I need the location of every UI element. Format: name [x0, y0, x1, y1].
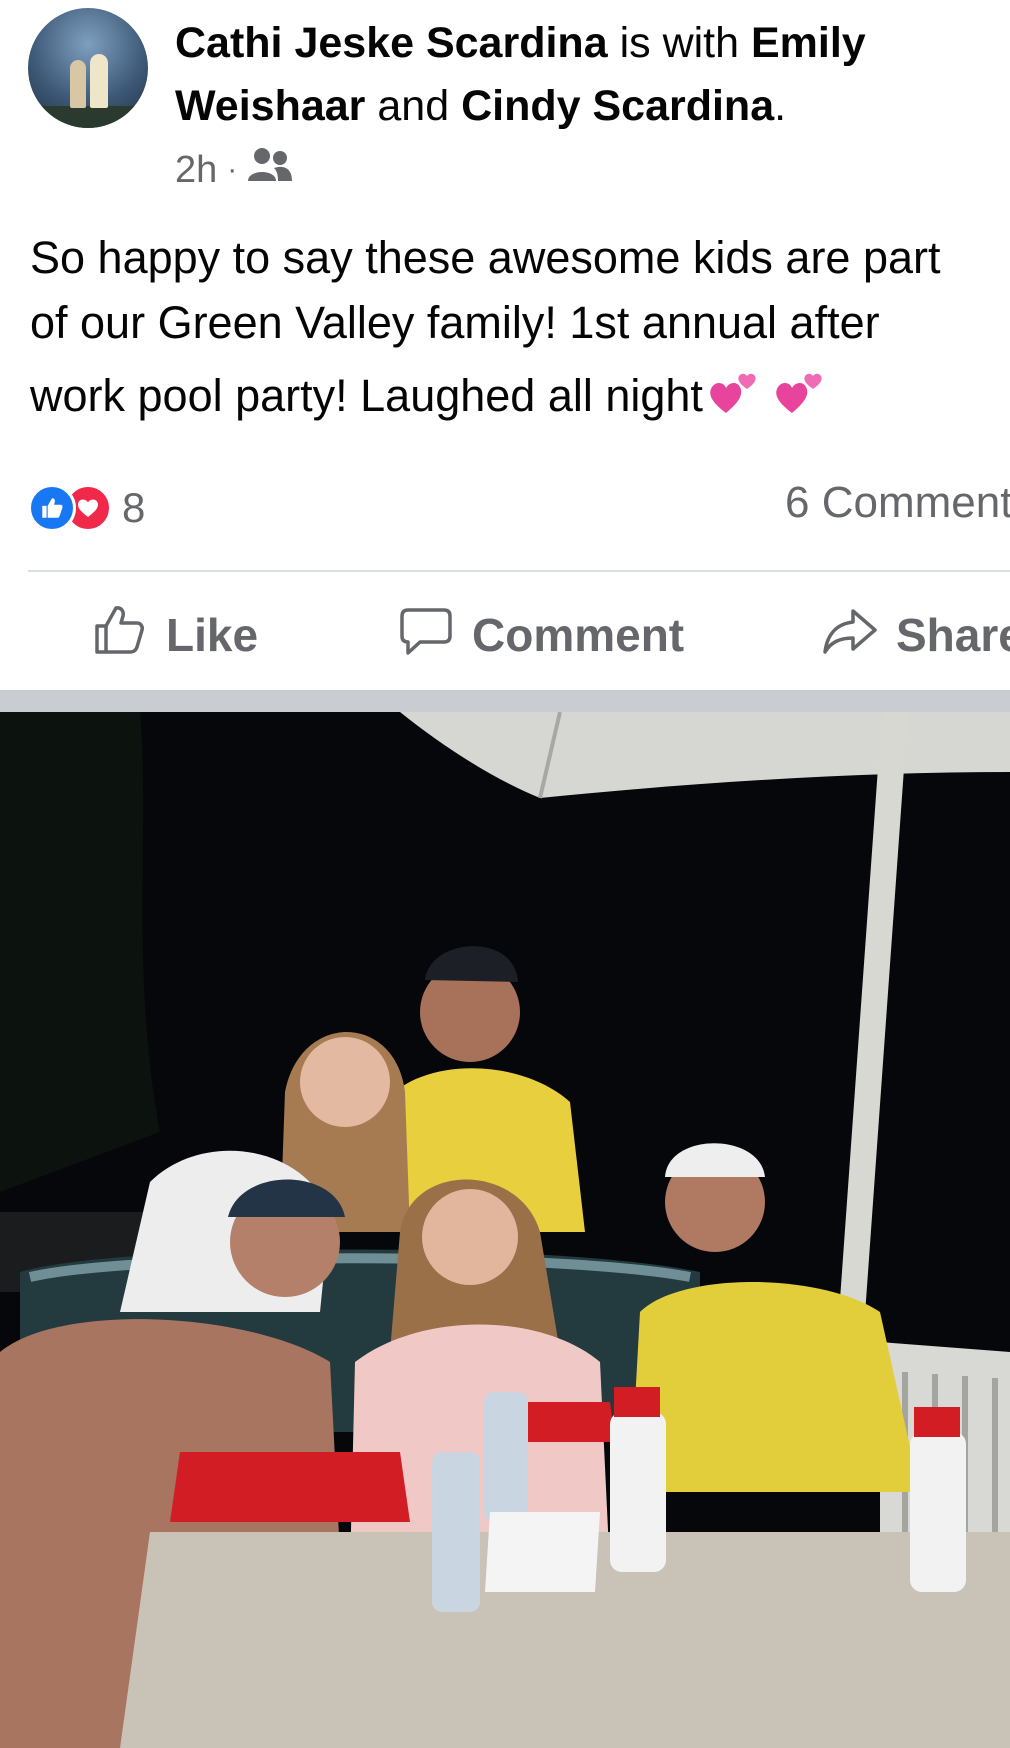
- post-time[interactable]: 2h: [175, 149, 217, 192]
- avatar-figure: [70, 60, 86, 108]
- with-text: is with: [619, 19, 740, 67]
- author-avatar[interactable]: [28, 8, 148, 128]
- divider: [28, 570, 1010, 572]
- like-label: Like: [166, 609, 259, 661]
- like-reaction-icon: [28, 484, 76, 532]
- avatar-figure: [90, 54, 108, 108]
- avatar-ground: [28, 106, 148, 128]
- share-button[interactable]: Share: [822, 590, 1010, 680]
- post-text-line: So happy to say these awesome kids are p…: [30, 232, 941, 283]
- author-line: Cathi Jeske Scardina is with Emily Weish…: [175, 12, 995, 138]
- post-separator: [0, 690, 1010, 712]
- share-label: Share: [896, 609, 1010, 661]
- comment-button[interactable]: Comment: [398, 590, 684, 680]
- and-text: and: [377, 82, 450, 130]
- like-button[interactable]: Like: [92, 590, 258, 680]
- photo-image: [0, 712, 1010, 1748]
- share-arrow-icon: [822, 602, 878, 669]
- comments-count[interactable]: 6 Comments: [785, 478, 1010, 528]
- post-meta: 2h ·: [175, 146, 293, 194]
- period-text: .: [774, 82, 787, 130]
- reaction-count: 8: [122, 484, 146, 531]
- post-text-line-wrap: work pool party! Laughed all night: [30, 363, 1010, 428]
- reaction-summary[interactable]: 8: [28, 480, 145, 536]
- post-text-line: work pool party! Laughed all night: [30, 370, 703, 421]
- thumbs-up-icon: [92, 602, 148, 669]
- post-text-line: of our Green Valley family! 1st annual a…: [30, 297, 880, 348]
- post-header: Cathi Jeske Scardina is with Emily Weish…: [0, 0, 1010, 210]
- friends-icon[interactable]: [247, 145, 293, 195]
- author-name[interactable]: Cathi Jeske Scardina: [175, 19, 608, 67]
- post-photo[interactable]: [0, 712, 1010, 1748]
- post-text: So happy to say these awesome kids are p…: [30, 225, 1010, 428]
- action-bar: Like Comment Share: [0, 590, 1010, 680]
- comment-label: Comment: [472, 609, 685, 661]
- meta-separator: ·: [227, 153, 238, 186]
- two-hearts-icon: [709, 367, 827, 417]
- tagged-person-2[interactable]: Cindy Scardina: [461, 82, 774, 130]
- comment-bubble-icon: [398, 602, 454, 669]
